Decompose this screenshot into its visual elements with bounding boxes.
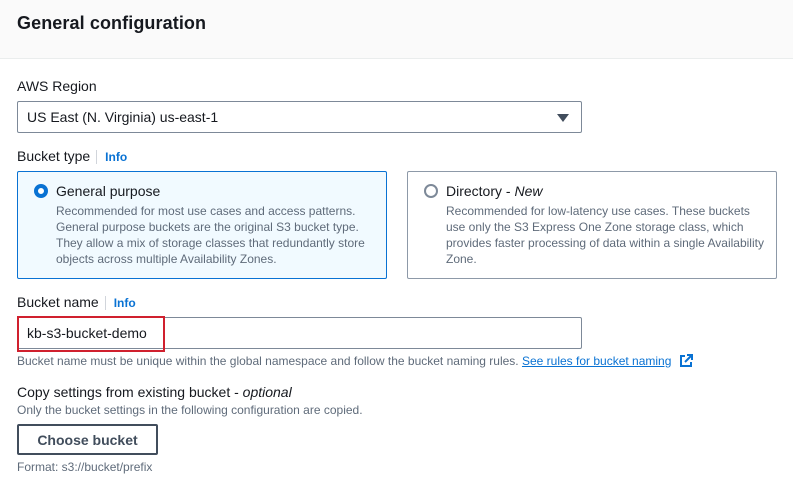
bucket-type-info-link[interactable]: Info — [96, 150, 128, 164]
general-purpose-title-text: General purpose — [56, 183, 161, 199]
directory-new-badge: New — [514, 183, 543, 199]
external-link-icon[interactable] — [679, 354, 693, 371]
bucket-type-directory-tile[interactable]: Directory - New Recommended for low-late… — [407, 171, 777, 279]
caret-down-icon — [557, 114, 569, 122]
bucket-type-label-text: Bucket type — [17, 148, 91, 164]
general-purpose-radio[interactable] — [34, 184, 48, 198]
bucket-type-general-purpose-tile[interactable]: General purpose Recommended for most use… — [17, 171, 387, 279]
general-purpose-title: General purpose — [56, 183, 160, 199]
directory-title-text: Directory - — [446, 183, 515, 199]
section-header: General configuration — [0, 0, 793, 59]
bucket-name-hint-text: Bucket name must be unique within the gl… — [17, 354, 519, 368]
bucket-name-label-text: Bucket name — [17, 294, 99, 310]
region-select-value: US East (N. Virginia) us-east-1 — [27, 109, 219, 125]
bucket-type-label: Bucket type Info — [17, 148, 128, 164]
section-title: General configuration — [17, 13, 207, 33]
region-select[interactable]: US East (N. Virginia) us-east-1 — [17, 101, 582, 133]
region-label: AWS Region — [17, 78, 97, 94]
directory-title: Directory - New — [446, 183, 542, 199]
directory-description: Recommended for low-latency use cases. T… — [446, 204, 764, 266]
bucket-name-hint: Bucket name must be unique within the gl… — [17, 354, 693, 371]
bucket-naming-rules-link[interactable]: See rules for bucket naming — [522, 354, 671, 368]
highlight-box — [17, 316, 165, 352]
general-purpose-description: Recommended for most use cases and acces… — [56, 204, 365, 266]
copy-settings-hint: Only the bucket settings in the followin… — [17, 403, 363, 417]
copy-settings-optional: optional — [242, 384, 292, 400]
copy-settings-format: Format: s3://bucket/prefix — [17, 460, 153, 474]
copy-settings-label: Copy settings from existing bucket - opt… — [17, 384, 292, 400]
directory-radio[interactable] — [424, 184, 438, 198]
copy-settings-label-text: Copy settings from existing bucket - — [17, 384, 243, 400]
bucket-name-label: Bucket name Info — [17, 294, 136, 310]
bucket-name-info-link[interactable]: Info — [104, 296, 136, 310]
choose-bucket-button[interactable]: Choose bucket — [17, 424, 158, 455]
